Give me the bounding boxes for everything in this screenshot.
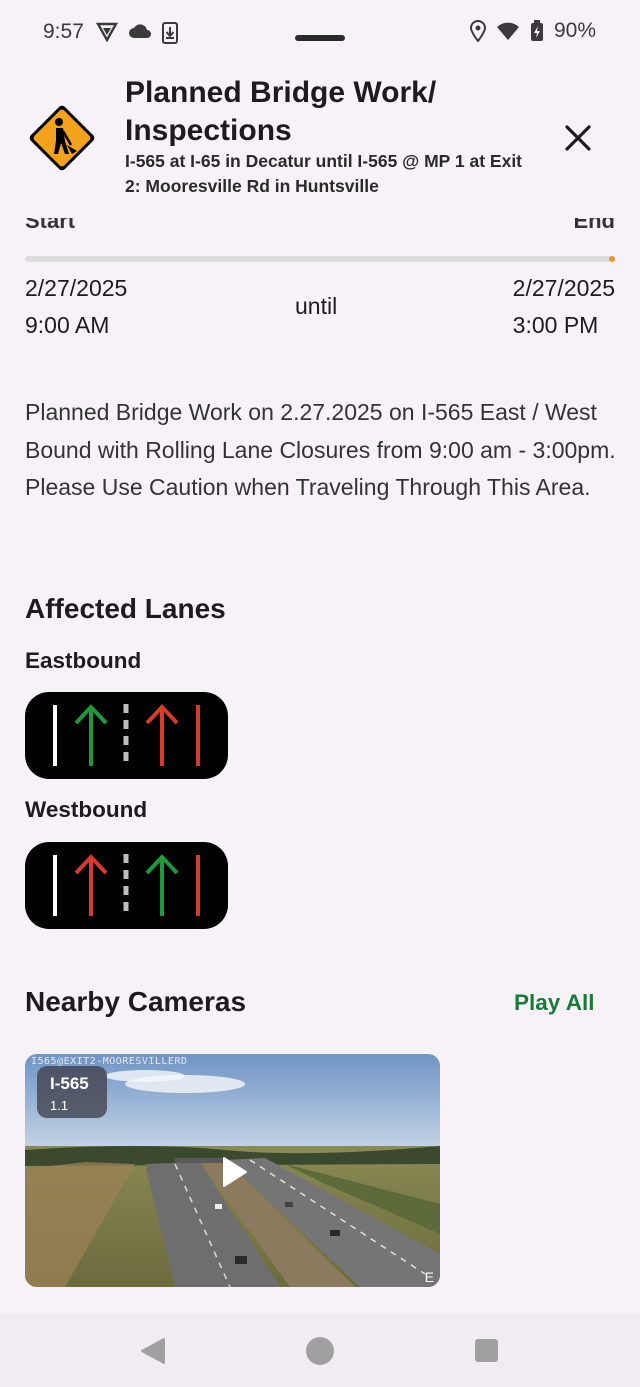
lane-arrow-up-red (145, 704, 179, 766)
back-icon[interactable] (140, 1337, 166, 1365)
lane-diagram-svg (53, 704, 200, 768)
page-subtitle: I-565 at I-65 in Decatur until I-565 @ M… (125, 151, 523, 196)
wifi-icon (496, 22, 519, 40)
page-title: Planned Bridge Work/ Inspections (125, 76, 437, 147)
lane-arrow-up-green (74, 704, 108, 766)
camera-mile: 1.1 (50, 1098, 69, 1113)
timeline-marker (609, 256, 615, 262)
status-bar: 9:57 90% (0, 0, 640, 64)
system-nav-bar (0, 1313, 640, 1387)
play-all-button[interactable]: Play All (514, 990, 594, 1016)
cloud-icon (129, 24, 151, 38)
status-time: 9:57 (43, 20, 84, 43)
road-work-icon (29, 105, 95, 171)
timeline-dates: 2/27/2025 9:00 AM until 2/27/2025 3:00 P… (25, 270, 615, 350)
lane-diagram-svg (53, 854, 200, 918)
start-time: 9:00 AM (25, 312, 110, 338)
end-time: 3:00 PM (512, 312, 599, 338)
lane-diagram-westbound (25, 842, 228, 929)
camera-route: I-565 (50, 1074, 89, 1093)
lane-arrow-up-red (74, 854, 108, 916)
end-label: End (573, 218, 615, 233)
recents-icon[interactable] (475, 1339, 498, 1362)
alert-header: Planned Bridge Work/ Inspections I-565 a… (0, 74, 640, 204)
affected-lanes-title: Affected Lanes (25, 593, 226, 624)
location-icon (469, 20, 486, 42)
shield-icon (96, 22, 118, 42)
end-datetime: 2/27/2025 3:00 PM (513, 270, 615, 344)
camera-thumbnail[interactable]: I565@EXIT2-MOORESVILLERD I-565 1.1 E (25, 1054, 440, 1287)
lane-diagram-eastbound (25, 692, 228, 779)
camera-direction: E (424, 1269, 434, 1285)
end-date: 2/27/2025 (512, 275, 615, 301)
until-label: until (295, 293, 338, 319)
direction-label-eastbound: Eastbound (25, 648, 142, 673)
timeline-labels: Start End (25, 218, 615, 242)
nearby-cameras-title: Nearby Cameras (25, 986, 247, 1017)
camera-route-badge: I-565 1.1 (37, 1066, 107, 1118)
status-icons-left (96, 22, 178, 44)
camera-notch (295, 35, 345, 41)
start-date: 2/27/2025 (25, 275, 128, 301)
download-icon (162, 22, 178, 44)
battery-percent: 90% (553, 19, 596, 42)
lane-arrow-up-green (145, 854, 179, 916)
status-icons-right: 90% (469, 19, 596, 43)
timeline-track (25, 256, 615, 262)
alert-description: Planned Bridge Work on 2.27.2025 on I-56… (25, 399, 616, 500)
start-datetime: 2/27/2025 9:00 AM (25, 270, 127, 344)
home-icon[interactable] (306, 1337, 334, 1365)
battery-icon (530, 20, 543, 41)
close-icon[interactable] (558, 118, 598, 158)
direction-label-westbound: Westbound (25, 797, 148, 822)
start-label: Start (25, 218, 76, 233)
play-icon[interactable] (220, 1156, 248, 1188)
